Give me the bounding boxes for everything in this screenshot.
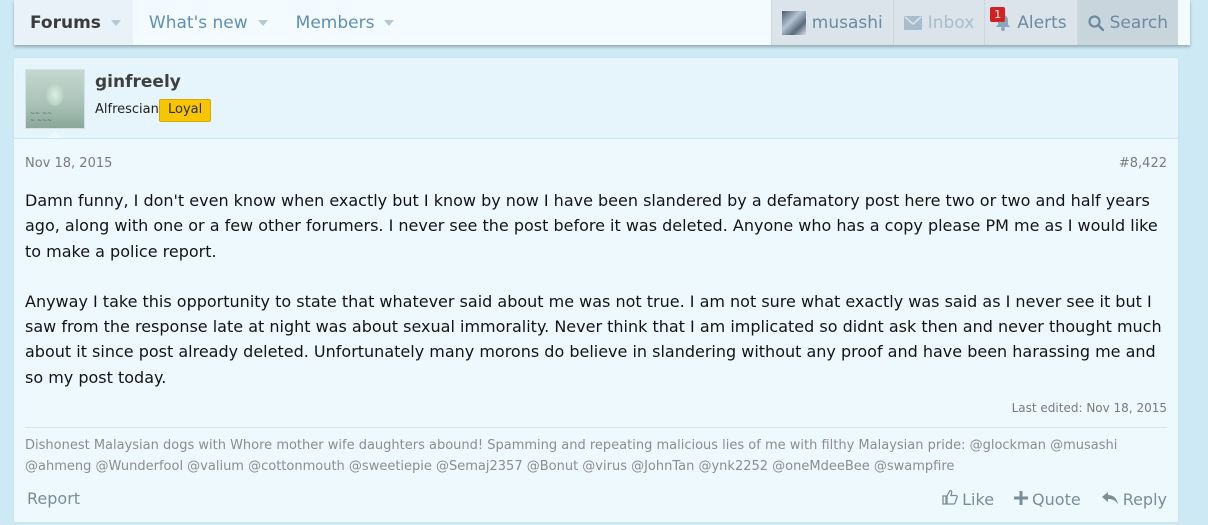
post-paragraph: Damn funny, I don't even know when exact… (25, 191, 1158, 261)
post-paragraph: Anyway I take this opportunity to state … (25, 291, 1162, 387)
signature: Dishonest Malaysian dogs with Whore moth… (25, 438, 1118, 474)
avatar[interactable]: ~~ ~~ ~ ~~~ (25, 69, 85, 129)
tab-forums[interactable]: Forums (14, 0, 133, 45)
forum-post: ~~ ~~ ~ ~~~ ginfreely Alfrescian Loyal No… (13, 57, 1179, 523)
search-label: Search (1109, 12, 1168, 33)
user-banner-badge: Loyal (159, 99, 212, 122)
tab-forums-label: Forums (30, 12, 101, 33)
quote-label: Quote (1032, 489, 1081, 509)
like-button[interactable]: Like (942, 489, 994, 509)
chevron-down-icon[interactable] (384, 19, 395, 26)
user-title: Alfrescian (95, 102, 159, 117)
avatar-caption: ~~ ~~ ~ ~~~ (30, 110, 53, 124)
avatar (781, 10, 806, 35)
post-number[interactable]: #8,422 (1119, 156, 1167, 171)
plus-icon (1014, 490, 1029, 509)
post-actions: Like Quote Reply (942, 489, 1167, 509)
alerts-count-badge: 1 (990, 7, 1006, 22)
report-link[interactable]: Report (27, 489, 80, 508)
chevron-down-icon[interactable] (110, 19, 121, 26)
account-button[interactable]: musashi (770, 0, 893, 45)
alerts-label: Alerts (1017, 12, 1067, 33)
top-nav: Forums What's new Members musashi Inbox … (14, 0, 1190, 45)
like-label: Like (962, 489, 995, 509)
tab-whats-new[interactable]: What's new (133, 0, 280, 45)
tab-members[interactable]: Members (280, 0, 407, 45)
alerts-button[interactable]: 1 Alerts (984, 0, 1077, 45)
post-user-header: ~~ ~~ ~ ~~~ ginfreely Alfrescian Loyal (14, 58, 1178, 139)
reply-label: Reply (1122, 489, 1167, 509)
inbox-button[interactable]: Inbox (892, 0, 985, 45)
chevron-down-icon[interactable] (257, 19, 268, 26)
search-icon (1087, 14, 1104, 31)
account-nav: musashi Inbox 1 Alerts Search (770, 0, 1178, 45)
username[interactable]: ginfreely (95, 72, 181, 92)
quote-button[interactable]: Quote (1014, 489, 1081, 509)
inbox-label: Inbox (927, 12, 975, 33)
post-body: Damn funny, I don't even know when exact… (25, 188, 1173, 415)
envelope-icon (903, 15, 922, 30)
account-username: musashi (811, 12, 883, 33)
thumbs-up-icon (942, 489, 958, 509)
reply-button[interactable]: Reply (1101, 489, 1167, 509)
divider (25, 427, 1167, 428)
tab-members-label: Members (295, 12, 375, 33)
search-button[interactable]: Search (1076, 0, 1178, 45)
tab-whats-new-label: What's new (148, 12, 248, 33)
nav-tabs: Forums What's new Members (14, 0, 406, 45)
post-date[interactable]: Nov 18, 2015 (25, 156, 112, 171)
reply-arrow-icon (1101, 490, 1119, 509)
last-edited: Last edited: Nov 18, 2015 (1011, 401, 1167, 415)
avatar-pointer (48, 131, 62, 138)
